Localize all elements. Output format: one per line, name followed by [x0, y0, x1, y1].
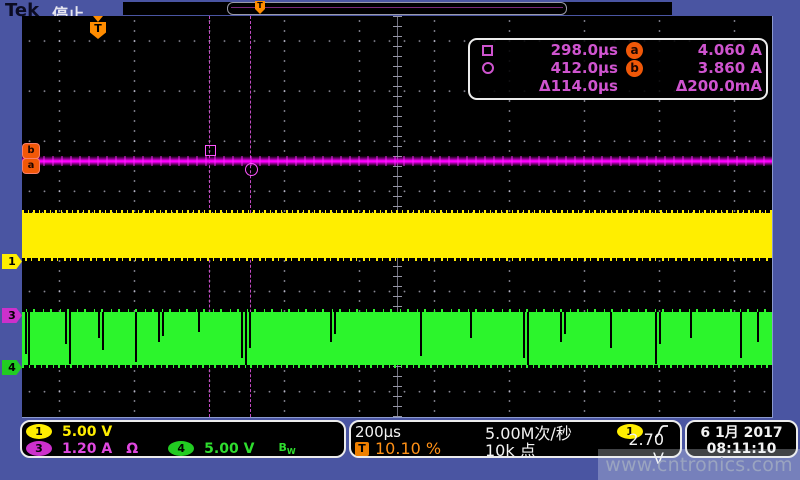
- cursor-a-badge: a: [626, 42, 643, 59]
- cursor-a-symbol-icon: [482, 45, 493, 56]
- ch4-scale: 5.00 V: [204, 441, 254, 457]
- cursor-b-badge: b: [626, 60, 643, 77]
- trigger-t-badge: T: [355, 442, 369, 456]
- record-view-bar: T: [123, 2, 672, 15]
- waveform-display: T b a 298.0µs a 4.060 A 412.0µs b 3.860 …: [22, 16, 773, 418]
- ch3-scale: 1.20 A: [62, 441, 112, 457]
- cursor-b-symbol-icon: [482, 62, 494, 74]
- cursor-delta-value: Δ200.0mA: [650, 77, 762, 95]
- ch3-coupling: Ω: [126, 441, 138, 457]
- channel-readout-panel: 1 5.00 V 3 1.20 A Ω 4 5.00 V BW: [20, 420, 346, 458]
- bw-w: W: [287, 447, 296, 456]
- ch4-position-marker: 4: [2, 360, 22, 375]
- ch3-ch4-readout-row: 3 1.20 A Ω 4 5.00 V BW: [26, 440, 340, 457]
- cursor-delta-time: Δ114.0µs: [504, 77, 618, 95]
- ch4-bandwidth-icon: BW: [278, 441, 295, 456]
- trigger-arrow-icon: [93, 16, 103, 22]
- cursor-a-value: 4.060 A: [650, 41, 762, 59]
- green-glitches: [22, 312, 772, 365]
- cursor-b-edge-label: b: [22, 143, 40, 159]
- ch3-badge: 3: [26, 441, 52, 456]
- cursor-b-time: 412.0µs: [504, 59, 618, 77]
- record-view-window: [227, 2, 567, 15]
- cursor-b-circle-icon: [245, 163, 258, 176]
- date: 6 1月 2017: [691, 423, 792, 440]
- ch4-badge: 4: [168, 441, 194, 456]
- watermark: www.cntronics.com: [598, 449, 800, 480]
- ch1-trace-band: [22, 213, 772, 258]
- ch4-band-bottom-noise: [22, 365, 772, 368]
- timebase: 200µs: [355, 423, 485, 441]
- cursor-a-time: 298.0µs: [504, 41, 618, 59]
- bw-b: B: [278, 441, 286, 454]
- cursor-a-edge-label: a: [22, 158, 40, 174]
- cursor-a-square-icon: [205, 145, 216, 156]
- cursor-b-value: 3.860 A: [650, 59, 762, 77]
- trigger-t-icon: T: [90, 22, 106, 39]
- ch1-scale: 5.00 V: [62, 424, 112, 440]
- ch1-readout-row: 1 5.00 V: [26, 423, 340, 440]
- ch1-badge: 1: [26, 424, 52, 439]
- record-length: 10k 点: [485, 437, 613, 461]
- trigger-position: 10.10 %: [375, 439, 441, 458]
- trigger-position-flag: T: [90, 16, 106, 39]
- oscilloscope-screen: Tek 停止 T T b a 298.0µs a 4.060 A: [0, 0, 800, 480]
- ch1-position-marker: 1: [2, 254, 22, 269]
- cursor-readout-panel: 298.0µs a 4.060 A 412.0µs b 3.860 A Δ114…: [468, 38, 768, 100]
- ch3-position-marker: 3: [2, 308, 22, 323]
- ch3-current-trace: [22, 156, 772, 166]
